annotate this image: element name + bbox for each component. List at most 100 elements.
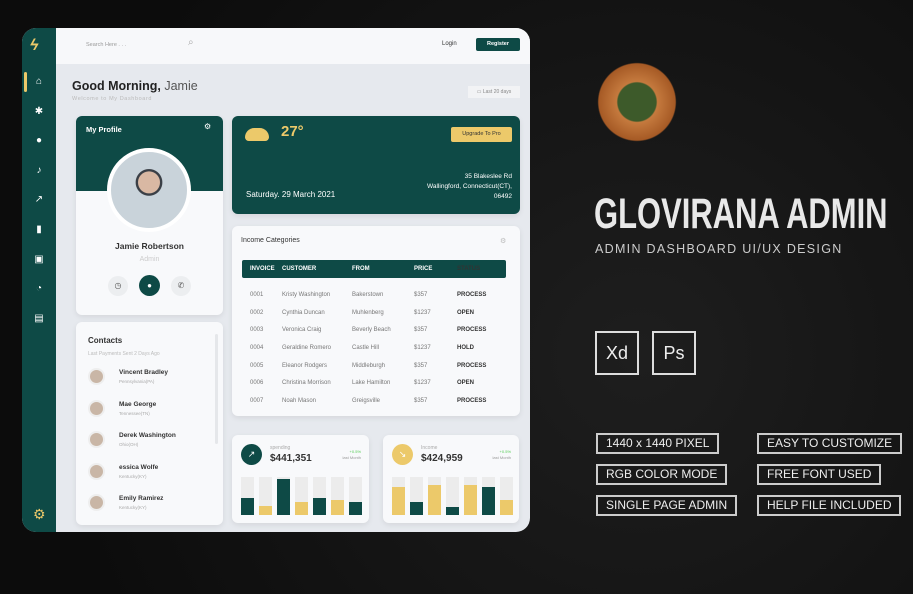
- contacts-card: Contacts Last Payments Sent 2 Days Ago V…: [76, 322, 223, 525]
- spending-change: +0.5%: [349, 449, 361, 454]
- bar: [446, 506, 459, 515]
- column-header[interactable]: STATUS: [457, 266, 506, 272]
- table-cell: Bakerstown: [352, 291, 384, 298]
- ps-app-badge: Ps: [652, 331, 696, 375]
- xd-app-badge: Xd: [595, 331, 639, 375]
- table-cell: $357: [414, 327, 428, 334]
- sidebar-item-clipboard[interactable]: ▤: [33, 313, 45, 325]
- income-categories-title: Income Categories: [241, 237, 300, 244]
- income-period: last Month: [492, 455, 511, 460]
- logo-icon: ϟ: [30, 37, 39, 54]
- profile-name: Jamie Robertson: [115, 241, 184, 251]
- table-cell: HOLD: [457, 344, 474, 351]
- spending-label: spending: [270, 445, 291, 451]
- table-cell: Veronica Craig: [282, 327, 322, 334]
- sidebar-item-bar-chart[interactable]: ▮: [33, 224, 45, 236]
- income-card: ↘ Income $424,959 +0.5% last Month: [383, 435, 519, 523]
- sidebar-item-bell[interactable]: ♪: [33, 165, 45, 177]
- contact-item[interactable]: essica Wolfe Kentucky(KY): [88, 462, 159, 480]
- clock-button[interactable]: ◷: [108, 276, 128, 296]
- table-cell: $357: [414, 362, 428, 369]
- bar: [500, 499, 513, 515]
- date-range-button[interactable]: ▭ Last 20 days: [468, 86, 520, 98]
- table-row[interactable]: 0006 Christina Morrison Lake Hamilton $1237…: [242, 374, 506, 392]
- bar-track: [500, 477, 513, 515]
- page-title: Good Morning, Jamie: [72, 79, 198, 93]
- search-icon[interactable]: ⌕: [188, 37, 194, 48]
- table-cell: Cynthia Duncan: [282, 309, 325, 316]
- bar: [259, 505, 272, 515]
- table-cell: PROCESS: [457, 397, 487, 404]
- bar-track: [482, 477, 495, 515]
- login-link[interactable]: Login: [442, 41, 457, 47]
- table-cell: 0002: [250, 309, 264, 316]
- contact-name: essica Wolfe: [119, 463, 159, 471]
- settings-icon[interactable]: ⚙: [204, 122, 211, 131]
- table-header: INVOICE CUSTOMER FROM PRICE STATUS: [242, 260, 506, 278]
- search-input[interactable]: Search Here . . .: [76, 36, 206, 54]
- feature-badge: SINGLE PAGE ADMIN: [596, 495, 738, 516]
- spending-period: last Month: [342, 455, 361, 460]
- date-range-label: Last 20 days: [482, 89, 512, 95]
- contact-avatar: [88, 462, 105, 480]
- sidebar-item-document[interactable]: ▣: [33, 254, 45, 266]
- contact-item[interactable]: Derek Washington Ohio(OH): [88, 431, 176, 448]
- table-row[interactable]: 0003 Veronica Craig Beverly Beach $357 PROCE…: [242, 321, 506, 339]
- column-header[interactable]: INVOICE: [242, 266, 282, 272]
- contact-item[interactable]: Emily Ramirez Kentucky(KY): [88, 494, 163, 511]
- card-settings-icon[interactable]: ⚙: [500, 237, 506, 245]
- column-header[interactable]: FROM: [352, 266, 414, 272]
- plant-pot-image: [593, 56, 681, 148]
- promo-subtitle: ADMIN DASHBOARD UI/UX DESIGN: [595, 242, 843, 256]
- income-label: Income: [421, 445, 438, 451]
- weather-address: 35 Blakeslee Rd Wallingford, Connecticut…: [427, 172, 512, 202]
- greeting-text: Good Morning,: [72, 79, 161, 93]
- table-cell: Greigsville: [352, 397, 381, 404]
- table-cell: OPEN: [457, 309, 475, 316]
- contacts-scrollbar[interactable]: [215, 334, 218, 444]
- bar: [392, 486, 405, 515]
- column-header[interactable]: PRICE: [414, 266, 457, 272]
- table-row[interactable]: 0005 Eleanor Rodgers Middleburgh $357 PROCES…: [242, 357, 506, 375]
- profile-user-button[interactable]: ●: [139, 275, 160, 296]
- greeting-name: Jamie: [164, 79, 198, 93]
- table-row[interactable]: 0002 Cynthia Duncan Muhlenberg $1237 OPEN: [242, 304, 506, 322]
- phone-button[interactable]: ✆: [171, 276, 191, 296]
- bar-track: [349, 477, 362, 515]
- bar-track: [446, 477, 459, 515]
- upgrade-button[interactable]: Upgrade To Pro: [451, 127, 512, 142]
- address-line: 35 Blakeslee Rd: [464, 173, 512, 180]
- table-cell: PROCESS: [457, 362, 487, 369]
- bar-track: [410, 477, 423, 515]
- sidebar-item-user[interactable]: ●: [33, 135, 45, 147]
- sidebar-item-puzzle[interactable]: ✱: [33, 106, 45, 118]
- bar-track: [277, 477, 290, 515]
- table-cell: Eleanor Rodgers: [282, 362, 328, 369]
- settings-gear-icon[interactable]: ⚙: [33, 507, 46, 521]
- sidebar-item-pie[interactable]: ◔: [33, 283, 45, 295]
- sidebar-item-home[interactable]: ⌂: [33, 76, 45, 88]
- table-row[interactable]: 0004 Geraldine Romero Castle Hill $1237 HOLD: [242, 339, 506, 357]
- income-change: +0.5%: [499, 449, 511, 454]
- table-cell: Kristy Washington: [282, 291, 331, 298]
- contact-location: Tennessee(TN): [119, 410, 150, 416]
- dashboard-mockup: ϟ ⌂ ✱ ● ♪ ↗ ▮ ▣ ◔ ▤ ⚙ Search Here . . . …: [22, 28, 530, 532]
- bar: [295, 501, 308, 515]
- table-cell: Christina Morrison: [282, 380, 331, 387]
- bar-track: [331, 477, 344, 515]
- sidebar-item-chart-line[interactable]: ↗: [33, 194, 45, 206]
- table-row[interactable]: 0007 Noah Mason Greigsville $357 PROCESS: [242, 392, 506, 410]
- contact-item[interactable]: Mae George Tennessee(TN): [88, 399, 156, 417]
- table-cell: $1237: [414, 344, 431, 351]
- table-cell: Muhlenberg: [352, 309, 384, 316]
- column-header[interactable]: CUSTOMER: [282, 266, 352, 272]
- table-cell: Geraldine Romero: [282, 344, 332, 351]
- temperature: 27°: [281, 123, 304, 140]
- table-row[interactable]: 0001 Kristy Washington Bakerstown $357 PROCE…: [242, 286, 506, 304]
- contact-item[interactable]: Vincent Bradley Pennsylvania(PA): [88, 368, 168, 385]
- bar-track: [313, 477, 326, 515]
- register-button[interactable]: Register: [476, 38, 520, 51]
- income-trend-icon: ↘: [392, 444, 413, 465]
- bar-track: [428, 477, 441, 515]
- contact-avatar: [88, 368, 105, 385]
